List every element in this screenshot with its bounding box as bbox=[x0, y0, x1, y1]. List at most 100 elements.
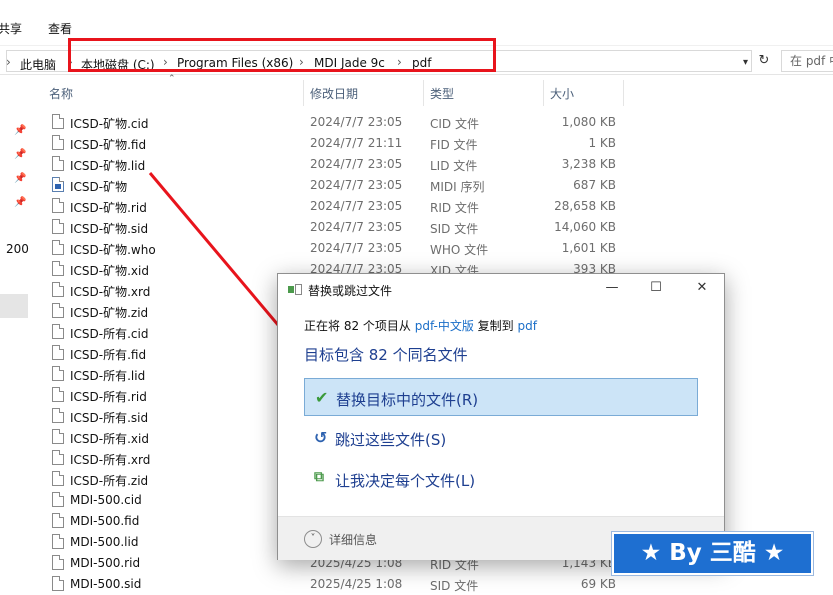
file-icon bbox=[52, 198, 64, 213]
breadcrumb-this-pc[interactable]: 此电脑 bbox=[20, 56, 56, 73]
pin-icon[interactable]: 📌 bbox=[14, 173, 26, 184]
skip-icon: ↺ bbox=[314, 428, 328, 447]
file-icon bbox=[52, 366, 64, 381]
file-icon bbox=[52, 576, 64, 591]
column-header-date[interactable]: 修改日期 bbox=[310, 85, 358, 111]
file-date: 2024/7/7 23:05 bbox=[310, 178, 403, 192]
file-row[interactable]: ICSD-矿物.lid 2024/7/7 23:05 LID 文件 3,238 KB bbox=[48, 154, 628, 175]
file-icon bbox=[52, 471, 64, 486]
nav-item-partial[interactable]: 200 bbox=[6, 242, 29, 256]
nav-item-selected[interactable] bbox=[0, 294, 28, 318]
pin-icon[interactable]: 📌 bbox=[14, 149, 26, 160]
file-type: RID 文件 bbox=[430, 201, 479, 215]
file-name: ICSD-矿物.zid bbox=[70, 306, 149, 320]
address-highlight-annotation bbox=[68, 38, 496, 72]
file-name: ICSD-矿物.xid bbox=[70, 264, 149, 278]
file-type: FID 文件 bbox=[430, 138, 478, 152]
dialog-title: 替换或跳过文件 bbox=[308, 284, 393, 298]
file-icon bbox=[52, 135, 64, 150]
column-header-type[interactable]: 类型 bbox=[430, 85, 454, 111]
column-divider[interactable] bbox=[623, 80, 624, 106]
file-name: ICSD-所有.lid bbox=[70, 369, 146, 383]
file-icon bbox=[52, 534, 64, 549]
column-divider[interactable] bbox=[543, 80, 544, 106]
file-icon bbox=[52, 261, 64, 276]
destination-folder-link[interactable]: pdf bbox=[518, 319, 537, 333]
column-header-size[interactable]: 大小 bbox=[550, 85, 574, 111]
file-name: ICSD-矿物.fid bbox=[70, 138, 147, 152]
file-name: ICSD-所有.zid bbox=[70, 474, 149, 488]
copy-progress-text: 正在将 82 个项目从 pdf-中文版 复制到 pdf bbox=[304, 317, 537, 334]
file-name: ICSD-所有.fid bbox=[70, 348, 147, 362]
sort-ascending-icon: ⌃ bbox=[168, 74, 176, 84]
file-row[interactable]: ICSD-矿物.rid 2024/7/7 23:05 RID 文件 28,658 KB bbox=[48, 196, 628, 217]
midi-file-icon bbox=[52, 177, 64, 192]
file-date: 2024/7/7 23:05 bbox=[310, 115, 403, 129]
source-folder-link[interactable]: pdf-中文版 bbox=[415, 319, 474, 333]
expand-details-icon[interactable]: ˅ bbox=[304, 530, 322, 548]
decide-each-file-option[interactable]: ⧉ 让我决定每个文件(L) bbox=[304, 460, 698, 498]
option-label: 让我决定每个文件(L) bbox=[335, 472, 476, 490]
file-size: 1,601 KB bbox=[561, 241, 616, 255]
chevron-right-icon: › bbox=[6, 55, 11, 69]
file-name: ICSD-所有.xid bbox=[70, 432, 149, 446]
more-details-link[interactable]: 详细信息 bbox=[329, 531, 377, 548]
file-row[interactable]: ICSD-矿物.cid 2024/7/7 23:05 CID 文件 1,080 KB bbox=[48, 112, 628, 133]
pin-icon[interactable]: 📌 bbox=[14, 125, 26, 136]
file-name: ICSD-矿物.lid bbox=[70, 159, 146, 173]
file-icon bbox=[52, 303, 64, 318]
copy-files-icon bbox=[288, 284, 302, 295]
file-name: MDI-500.fid bbox=[70, 514, 140, 528]
file-name: ICSD-矿物.rid bbox=[70, 201, 147, 215]
column-header-name[interactable]: 名称 bbox=[49, 85, 73, 111]
file-size: 1 KB bbox=[588, 136, 616, 150]
file-size: 69 KB bbox=[580, 577, 616, 591]
file-icon bbox=[52, 240, 64, 255]
file-row[interactable]: MDI-500.sid 2025/4/25 1:08 SID 文件 69 KB bbox=[48, 574, 628, 595]
replace-or-skip-dialog: 替换或跳过文件 — ☐ ✕ 正在将 82 个项目从 pdf-中文版 复制到 pd… bbox=[277, 273, 725, 560]
file-size: 1,080 KB bbox=[561, 115, 616, 129]
watermark-badge: ★ By 三酷 ★ bbox=[612, 532, 813, 575]
file-type: WHO 文件 bbox=[430, 243, 489, 257]
column-divider[interactable] bbox=[423, 80, 424, 106]
file-row[interactable]: ICSD-矿物.who 2024/7/7 23:05 WHO 文件 1,601 KB bbox=[48, 238, 628, 259]
file-icon bbox=[52, 429, 64, 444]
file-size: 3,238 KB bbox=[561, 157, 616, 171]
file-row[interactable]: ICSD-矿物.sid 2024/7/7 23:05 SID 文件 14,060 KB bbox=[48, 217, 628, 238]
file-type: LID 文件 bbox=[430, 159, 478, 173]
file-name: ICSD-所有.rid bbox=[70, 390, 147, 404]
file-row[interactable]: ICSD-矿物.fid 2024/7/7 21:11 FID 文件 1 KB bbox=[48, 133, 628, 154]
chevron-down-icon[interactable]: ▾ bbox=[743, 57, 748, 68]
file-row[interactable]: ICSD-矿物 2024/7/7 23:05 MIDI 序列 687 KB bbox=[48, 175, 628, 196]
file-name: ICSD-矿物 bbox=[70, 180, 128, 194]
file-name: MDI-500.rid bbox=[70, 556, 141, 570]
replace-files-option[interactable]: ✔ 替换目标中的文件(R) bbox=[304, 378, 698, 416]
file-explorer-window: { "menu": {"share": "共享", "view": "查看"},… bbox=[0, 0, 833, 595]
refresh-icon[interactable]: ↻ bbox=[754, 50, 774, 72]
file-name: MDI-500.lid bbox=[70, 535, 139, 549]
compare-files-icon: ⧉ bbox=[314, 469, 324, 485]
search-input[interactable]: 在 pdf 中搜索 bbox=[781, 50, 833, 72]
menu-view[interactable]: 查看 bbox=[48, 20, 72, 37]
skip-files-option[interactable]: ↺ 跳过这些文件(S) bbox=[304, 419, 698, 457]
file-size: 687 KB bbox=[573, 178, 616, 192]
file-icon bbox=[52, 219, 64, 234]
file-icon bbox=[52, 282, 64, 297]
file-name: ICSD-矿物.who bbox=[70, 243, 156, 257]
column-divider[interactable] bbox=[303, 80, 304, 106]
navigation-pane: 📌 📌 📌 📌 200 bbox=[0, 76, 34, 595]
close-button[interactable]: ✕ bbox=[688, 278, 716, 298]
file-date: 2024/7/7 21:11 bbox=[310, 136, 403, 150]
file-icon bbox=[52, 408, 64, 423]
file-icon bbox=[52, 387, 64, 402]
menu-share[interactable]: 共享 bbox=[0, 20, 22, 37]
maximize-button[interactable]: ☐ bbox=[642, 278, 670, 298]
pin-icon[interactable]: 📌 bbox=[14, 197, 26, 208]
file-name: ICSD-所有.cid bbox=[70, 327, 149, 341]
file-icon bbox=[52, 450, 64, 465]
file-icon bbox=[52, 114, 64, 129]
file-date: 2024/7/7 23:05 bbox=[310, 199, 403, 213]
minimize-button[interactable]: — bbox=[598, 278, 626, 298]
file-icon bbox=[52, 492, 64, 507]
file-name: ICSD-矿物.sid bbox=[70, 222, 149, 236]
